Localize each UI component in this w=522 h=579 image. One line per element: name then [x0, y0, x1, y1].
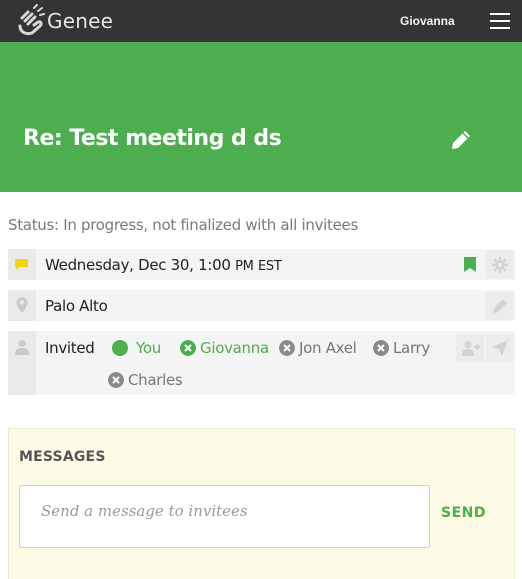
time-icon-cell [8, 249, 36, 280]
hand-logo-icon[interactable] [16, 4, 46, 36]
meeting-timezone: EST [258, 259, 282, 274]
invitee-name: Giovanna [200, 339, 269, 357]
meeting-title: Re: Test meeting d ds [23, 126, 282, 151]
brand-name[interactable]: Genee [47, 9, 113, 33]
remove-invitee-icon[interactable] [108, 372, 124, 388]
meeting-datetime: Wednesday, Dec 30, 1:00 PM EST [45, 256, 282, 274]
settings-button[interactable] [486, 251, 514, 279]
invitee-name: Jon Axel [299, 339, 357, 357]
send-button[interactable]: SEND [441, 505, 486, 521]
time-row[interactable]: Wednesday, Dec 30, 1:00 PM EST [8, 249, 515, 280]
person-icon [15, 340, 29, 355]
top-bar: Genee Giovanna [0, 0, 522, 42]
current-user[interactable]: Giovanna [400, 14, 455, 28]
send-invites-button[interactable] [486, 334, 514, 362]
invitee-name: You [136, 339, 161, 357]
pencil-icon [493, 299, 507, 313]
add-invitee-button[interactable] [456, 334, 484, 362]
messages-title: MESSAGES [19, 449, 106, 465]
map-pin-icon [16, 297, 28, 313]
invitee-name: Larry [393, 339, 430, 357]
remove-invitee-icon[interactable] [373, 340, 389, 356]
messages-panel: MESSAGES SEND [8, 428, 515, 579]
paper-plane-icon [492, 340, 508, 356]
accepted-dot-icon [112, 340, 128, 356]
invited-icon-cell [8, 331, 36, 395]
remove-invitee-icon[interactable] [180, 340, 196, 356]
pencil-icon[interactable] [450, 129, 472, 151]
meeting-time: 1:00 [198, 256, 231, 274]
message-input[interactable] [19, 485, 430, 548]
invited-label: Invited [45, 339, 95, 357]
add-person-icon [462, 341, 480, 356]
hamburger-menu-icon[interactable] [490, 13, 510, 29]
meeting-date: Wednesday, Dec 30, [45, 256, 194, 274]
remove-invitee-icon[interactable] [279, 340, 295, 356]
invited-row: Invited You Giovanna Jon Axel Larry Char… [8, 331, 515, 395]
location-row[interactable]: Palo Alto [8, 290, 515, 321]
bookmark-icon[interactable] [464, 257, 476, 272]
status-text: Status: In progress, not finalized with … [8, 216, 358, 234]
meeting-ampm: PM [235, 259, 254, 274]
location-icon-cell [8, 290, 36, 321]
edit-location-button[interactable] [486, 292, 514, 320]
meeting-header: Re: Test meeting d ds [0, 42, 522, 192]
message-flag-icon [15, 259, 28, 270]
gear-icon [492, 257, 508, 273]
invitee-name: Charles [128, 371, 183, 389]
location-text: Palo Alto [45, 297, 108, 315]
